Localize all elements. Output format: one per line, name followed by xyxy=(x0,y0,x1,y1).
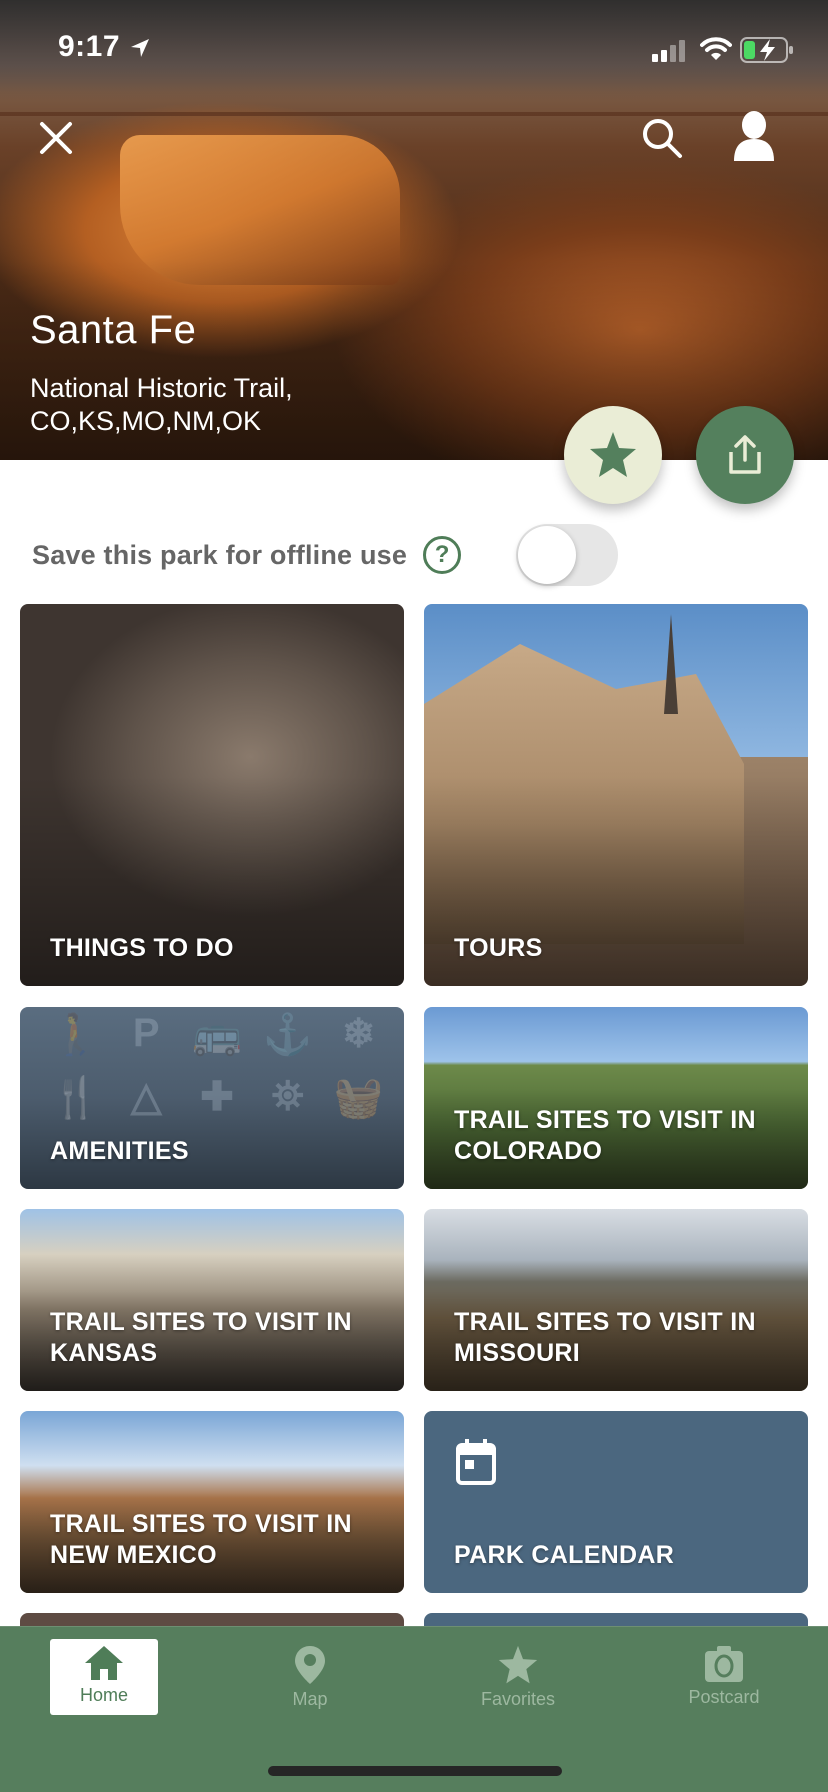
close-button[interactable] xyxy=(30,112,82,164)
tab-label: Favorites xyxy=(480,1689,556,1709)
home-icon xyxy=(85,1646,123,1680)
profile-icon xyxy=(734,111,774,161)
tab-map[interactable]: Map xyxy=(256,1639,364,1715)
location-arrow-icon xyxy=(131,39,149,57)
wifi-icon xyxy=(700,37,732,60)
park-subtitle-states: CO,KS,MO,NM,OK xyxy=(30,406,262,436)
share-icon xyxy=(729,435,761,474)
map-pin-icon xyxy=(295,1646,325,1684)
hero-horizon xyxy=(0,112,828,116)
snowflake-icon: ❄ xyxy=(341,1012,376,1056)
cellular-signal-icon xyxy=(652,40,685,62)
tile-label: TRAIL SITES TO VISIT IN KANSAS xyxy=(50,1308,352,1367)
favorite-button[interactable] xyxy=(564,406,662,504)
tile-kansas[interactable]: TRAIL SITES TO VISIT IN KANSAS xyxy=(20,1209,404,1391)
search-icon xyxy=(643,119,682,158)
anchor-icon: ⚓ xyxy=(262,1013,313,1057)
tent-icon: △ xyxy=(130,1075,162,1119)
tile-missouri[interactable]: TRAIL SITES TO VISIT IN MISSOURI xyxy=(424,1209,808,1391)
home-indicator[interactable] xyxy=(268,1766,562,1776)
park-subtitle: National Historic Trail, CO,KS,MO,NM,OK xyxy=(30,372,293,438)
tile-label: TOURS xyxy=(454,934,543,962)
tab-label: Postcard xyxy=(688,1687,760,1707)
share-button[interactable] xyxy=(696,406,794,504)
status-bar: 9:17 xyxy=(0,0,828,100)
tile-label: PARK CALENDAR xyxy=(454,1541,675,1569)
search-button[interactable] xyxy=(636,112,688,164)
tab-label: Map xyxy=(292,1689,328,1709)
church-spire xyxy=(664,614,678,714)
tile-things-to-do[interactable]: THINGS TO DO xyxy=(20,604,404,986)
tab-postcard[interactable]: Postcard xyxy=(670,1639,778,1715)
bus-icon: 🚌 xyxy=(192,1013,242,1057)
help-icon[interactable]: ? xyxy=(423,536,462,574)
offline-toggle[interactable] xyxy=(516,524,618,586)
hiker-icon: 🚶 xyxy=(50,1013,101,1057)
battery-charging-icon xyxy=(740,37,793,63)
binoculars-icon: ⛯ xyxy=(271,1074,304,1118)
tile-label: TRAIL SITES TO VISIT IN NEW MEXICO xyxy=(50,1510,352,1569)
status-time: 9:17 xyxy=(58,30,121,63)
amenity-icons: 🚶 P 🚌 ⚓ ❄ 🍴 △ ✚ ⛯ 🧺 xyxy=(40,1011,394,1121)
calendar-icon xyxy=(456,1439,496,1485)
tile-label: AMENITIES xyxy=(50,1137,189,1165)
food-icon: 🍴 xyxy=(50,1076,101,1120)
tab-label: Home xyxy=(79,1685,128,1705)
offline-row: Save this park for offline use ? xyxy=(32,524,462,586)
park-subtitle-designation: National Historic Trail, xyxy=(30,373,293,403)
camera-icon xyxy=(705,1646,743,1682)
tab-favorites[interactable]: Favorites xyxy=(464,1639,572,1715)
tile-label: TRAIL SITES TO VISIT IN MISSOURI xyxy=(454,1308,756,1367)
parking-icon: P xyxy=(132,1011,160,1055)
tile-label: TRAIL SITES TO VISIT IN COLORADO xyxy=(454,1106,756,1165)
first-aid-icon: ✚ xyxy=(200,1075,234,1119)
tile-colorado[interactable]: TRAIL SITES TO VISIT IN COLORADO xyxy=(424,1007,808,1189)
offline-label: Save this park for offline use xyxy=(32,539,408,570)
tile-amenities[interactable]: 🚶 P 🚌 ⚓ ❄ 🍴 △ ✚ ⛯ 🧺 AMENITIES xyxy=(20,1007,404,1189)
star-icon xyxy=(590,432,636,477)
profile-button[interactable] xyxy=(728,110,780,162)
park-title: Santa Fe xyxy=(30,308,197,352)
basket-icon: 🧺 xyxy=(333,1076,384,1120)
close-icon xyxy=(40,122,72,154)
star-icon xyxy=(498,1645,538,1684)
tab-home[interactable]: Home xyxy=(50,1639,158,1715)
tile-new-mexico[interactable]: TRAIL SITES TO VISIT IN NEW MEXICO xyxy=(20,1411,404,1593)
tile-label: THINGS TO DO xyxy=(50,934,234,962)
toggle-knob xyxy=(518,526,576,584)
tile-tours[interactable]: TOURS xyxy=(424,604,808,986)
park-home-screen: 9:17 Santa Fe National Historic Trail, C… xyxy=(0,0,828,1792)
tile-park-calendar[interactable]: PARK CALENDAR xyxy=(424,1411,808,1593)
